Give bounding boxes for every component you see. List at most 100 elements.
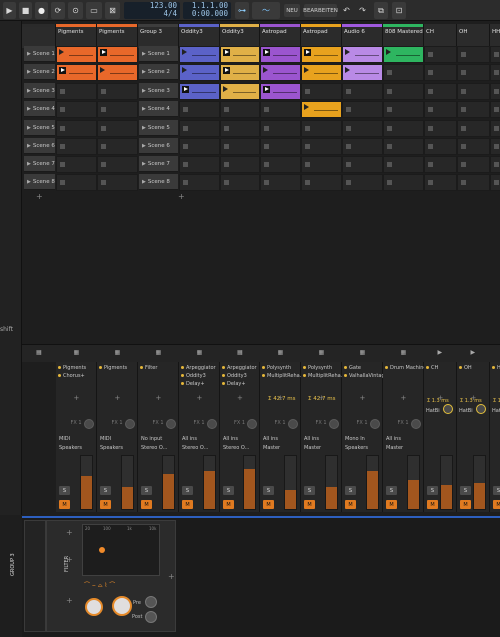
input-selector[interactable]: All ins [263,436,299,442]
record-button[interactable]: ● [35,2,48,19]
empty-clip-slot[interactable] [56,174,97,191]
track-play-icon[interactable]: ▶ [438,349,443,356]
input-selector[interactable]: All ins [223,436,258,442]
input-selector[interactable]: Mono In [345,436,381,442]
scene-launch-button[interactable]: ▶ Scene 2 [24,64,55,80]
mute-button[interactable]: M [100,500,111,509]
device-chain-item[interactable]: Polysynth [301,364,342,372]
empty-clip-slot[interactable] [490,101,500,118]
track-play-icon[interactable]: ▶ [471,349,476,356]
undo-button[interactable]: ↶ [340,2,353,19]
empty-clip-slot[interactable] [220,156,260,173]
clip[interactable] [260,46,301,63]
empty-clip-slot[interactable] [56,101,97,118]
empty-clip-slot[interactable] [424,101,457,118]
group-scene-button[interactable]: ▶ Scene 1 [139,46,178,62]
input-selector[interactable]: All ins [386,436,422,442]
redo-button[interactable]: ↷ [356,2,369,19]
empty-clip-slot[interactable] [490,46,500,63]
empty-clip-slot[interactable] [97,83,138,100]
empty-clip-slot[interactable] [220,138,260,155]
clip[interactable] [220,83,260,100]
solo-button[interactable]: S [427,486,438,495]
position-display[interactable]: 1.1.1.00 0:00.000 [183,2,231,19]
empty-clip-slot[interactable] [301,138,342,155]
empty-clip-slot[interactable] [97,174,138,191]
device-chain-item[interactable]: HH [490,364,500,372]
send-knob[interactable] [247,419,257,429]
track-menu-icon[interactable]: ▦ [237,349,243,356]
mute-button[interactable]: M [59,500,70,509]
add-device-button[interactable]: + [197,394,203,402]
clip[interactable] [301,46,342,63]
scene-launch-button[interactable]: ▶ Scene 6 [24,138,55,154]
filter-xy-display[interactable]: 20 100 1k 10k [82,524,160,576]
scene-launch-button[interactable]: ▶ Scene 5 [24,120,55,136]
empty-clip-slot[interactable] [220,101,260,118]
solo-button[interactable]: S [493,486,500,495]
groove-button[interactable]: ⊠ [105,2,120,19]
empty-clip-slot[interactable] [424,46,457,63]
cutoff-knob[interactable] [85,598,103,616]
add-device-after[interactable]: + [168,572,175,581]
empty-clip-slot[interactable] [179,138,220,155]
empty-clip-slot[interactable] [424,120,457,137]
resonance-knob[interactable] [112,596,132,616]
loop-button[interactable]: ⊶ [235,2,249,19]
empty-clip-slot[interactable] [383,174,424,191]
empty-clip-slot[interactable] [490,64,500,81]
device-chain-item[interactable]: Arpeggiator [220,364,260,372]
solo-button[interactable]: S [263,486,274,495]
empty-clip-slot[interactable] [342,174,383,191]
clip[interactable] [179,46,220,63]
add-device-button[interactable]: + [401,394,407,402]
empty-clip-slot[interactable] [342,138,383,155]
send-knob[interactable] [288,419,298,429]
empty-clip-slot[interactable] [383,83,424,100]
device-chain-item[interactable]: MultiplitReha... [301,372,342,380]
mute-button[interactable]: M [345,500,356,509]
output-selector[interactable]: Speakers [100,445,136,451]
mute-button[interactable]: M [427,500,438,509]
empty-clip-slot[interactable] [301,156,342,173]
solo-button[interactable]: S [304,486,315,495]
add-device-button[interactable]: + [115,394,121,402]
pre-knob[interactable] [145,596,157,608]
solo-button[interactable]: S [100,486,111,495]
add-device-mid[interactable]: + [66,555,73,564]
add-scene-button[interactable]: + [36,192,43,201]
output-selector[interactable]: Speakers [59,445,95,451]
empty-clip-slot[interactable] [301,83,342,100]
solo-button[interactable]: S [59,486,70,495]
add-device-button[interactable]: + [237,394,243,402]
new-button[interactable]: NEU [284,4,300,17]
empty-clip-slot[interactable] [342,83,383,100]
empty-clip-slot[interactable] [301,120,342,137]
clip[interactable] [220,46,260,63]
input-selector[interactable]: All ins [304,436,340,442]
copy-button[interactable]: ⧉ [374,2,388,19]
scene-launch-button[interactable]: ▶ Scene 3 [24,83,55,99]
track-header[interactable]: OH [457,24,490,48]
clip[interactable] [56,64,97,81]
clip[interactable] [179,83,220,100]
input-selector[interactable]: MIDI [100,436,136,442]
empty-clip-slot[interactable] [342,120,383,137]
add-device-lower[interactable]: + [66,596,73,605]
group-track-tab[interactable] [24,520,46,632]
automation-button[interactable]: ⊙ [68,2,83,19]
hatbi-knob[interactable] [476,404,486,414]
empty-clip-slot[interactable] [260,174,301,191]
solo-button[interactable]: S [345,486,356,495]
add-device-button[interactable]: + [360,394,366,402]
track-menu-icon[interactable]: ▦ [115,349,121,356]
empty-clip-slot[interactable] [220,120,260,137]
clip[interactable] [301,101,342,118]
device-chain-item[interactable]: Gate [342,364,383,372]
clip[interactable] [97,46,138,63]
empty-clip-slot[interactable] [179,156,220,173]
output-selector[interactable]: Stereo O... [223,445,258,451]
group-scene-button[interactable]: ▶ Scene 3 [139,83,178,99]
device-chain-item[interactable]: ValhallaVintag... [342,372,383,380]
empty-clip-slot[interactable] [383,64,424,81]
